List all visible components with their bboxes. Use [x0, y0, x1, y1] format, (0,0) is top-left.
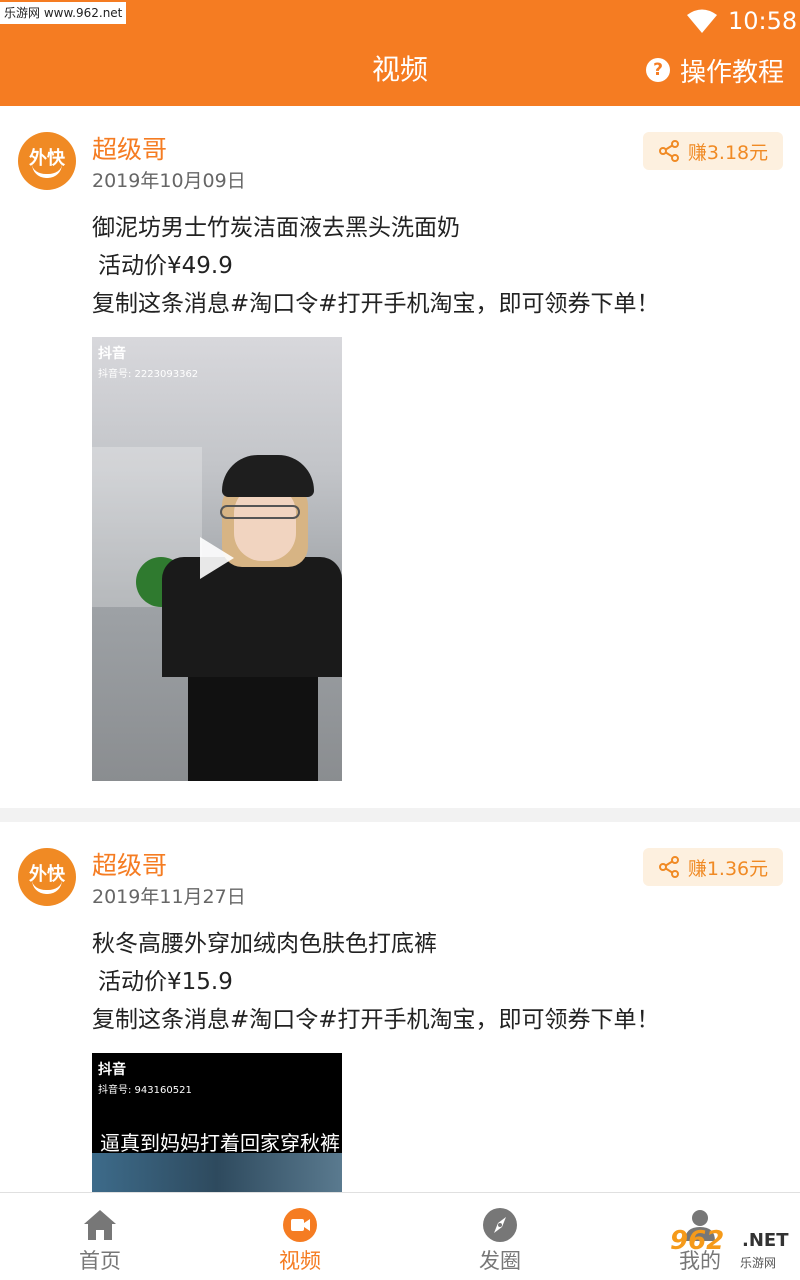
compass-icon	[483, 1208, 517, 1242]
tab-label: 视频	[279, 1249, 321, 1273]
tab-video[interactable]: 视频	[200, 1193, 400, 1280]
tiktok-logo: 抖音	[98, 1062, 126, 1078]
post-product-title: 秋冬高腰外穿加绒肉色肤色打底裤	[92, 931, 437, 957]
tutorial-label: 操作教程	[680, 57, 785, 88]
share-earn-button[interactable]: 赚3.18元	[643, 132, 783, 170]
avatar[interactable]: 外快	[18, 132, 76, 190]
post-price: 活动价¥15.9	[98, 969, 233, 995]
tab-moments[interactable]: 发圈	[400, 1193, 600, 1280]
tab-label: 发圈	[479, 1249, 521, 1273]
tiktok-account-id: 抖音号: 2223093362	[98, 369, 199, 380]
smile-icon	[32, 880, 62, 894]
smile-icon	[32, 164, 62, 178]
share-earn-button[interactable]: 赚1.36元	[643, 848, 783, 886]
thumbnail-person-glasses	[220, 505, 300, 519]
site-watermark-logo: 962 .NET 乐游网	[640, 1226, 798, 1276]
post-product-title: 御泥坊男士竹炭洁面液去黑头洗面奶	[92, 215, 460, 241]
post-card: 外快 超级哥 2019年11月27日 赚1.36元 秋冬高腰外穿加绒肉色肤色打底…	[0, 822, 800, 1192]
wifi-icon	[687, 9, 717, 33]
thumbnail-person-shirt	[162, 557, 342, 677]
post-date: 2019年10月09日	[92, 170, 246, 192]
post-instruction: 复制这条消息#淘口令#打开手机淘宝，即可领券下单！	[92, 291, 660, 317]
status-bar: 乐游网 www.962.net 10:58	[0, 0, 800, 40]
thumbnail-person-hat	[222, 455, 314, 497]
tutorial-button[interactable]: ? 操作教程	[646, 50, 784, 90]
watermark-suffix: .NET	[742, 1230, 789, 1251]
app-header: 乐游网 www.962.net 10:58 视频 ? 操作教程	[0, 0, 800, 106]
thumbnail-scene	[92, 1153, 342, 1192]
avatar[interactable]: 外快	[18, 848, 76, 906]
help-icon: ?	[646, 58, 670, 82]
post-price: 活动价¥49.9	[98, 253, 233, 279]
share-icon	[658, 140, 679, 162]
post-card: 外快 超级哥 2019年10月09日 赚3.18元 御泥坊男士竹炭洁面液去黑头洗…	[0, 106, 800, 808]
tab-home[interactable]: 首页	[0, 1193, 200, 1280]
tiktok-account-id: 抖音号: 943160521	[98, 1085, 192, 1096]
site-watermark: 乐游网 www.962.net	[0, 2, 127, 24]
post-instruction: 复制这条消息#淘口令#打开手机淘宝，即可领券下单！	[92, 1007, 660, 1033]
earn-label: 赚1.36元	[687, 857, 769, 880]
video-icon	[283, 1208, 317, 1242]
video-thumbnail[interactable]: 抖音 抖音号: 2223093362	[92, 337, 342, 781]
status-time: 10:58	[728, 7, 798, 35]
thumbnail-person-pants	[188, 677, 318, 781]
earn-label: 赚3.18元	[687, 141, 769, 164]
tab-label: 首页	[79, 1249, 121, 1273]
home-icon	[84, 1210, 116, 1240]
post-username: 超级哥	[92, 135, 168, 164]
share-icon	[658, 856, 679, 878]
play-icon[interactable]	[200, 537, 234, 579]
video-thumbnail[interactable]: 抖音 抖音号: 943160521 逼真到妈妈打着回家穿秋裤😭	[92, 1053, 342, 1192]
watermark-brand: 962	[670, 1226, 725, 1256]
watermark-cn: 乐游网	[740, 1256, 777, 1270]
post-username: 超级哥	[92, 851, 168, 880]
post-date: 2019年11月27日	[92, 886, 246, 908]
tiktok-logo: 抖音	[98, 346, 126, 362]
